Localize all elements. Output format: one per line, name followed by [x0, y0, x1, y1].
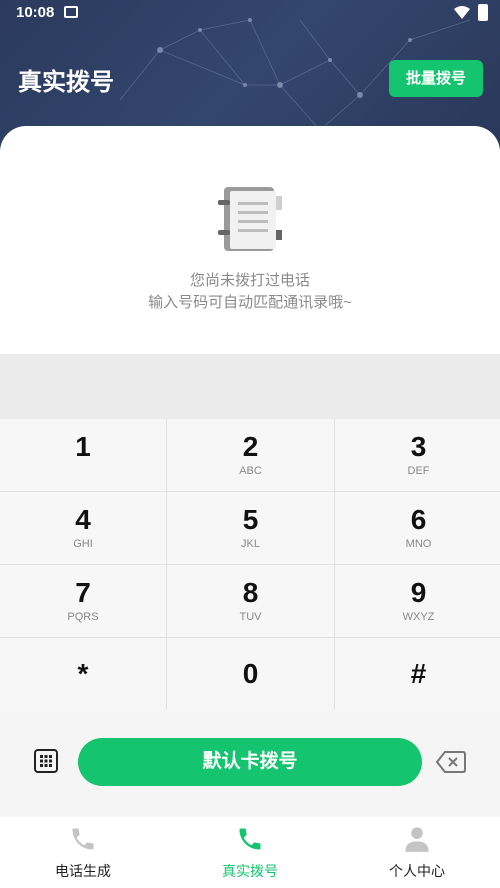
call-bar: 默认卡拨号	[0, 709, 500, 817]
key-star[interactable]: *	[0, 638, 166, 710]
key-hash[interactable]: #	[335, 638, 500, 710]
key-digit: 2	[242, 431, 259, 462]
tab-label: 电话生成	[55, 863, 111, 879]
key-0[interactable]: 0	[167, 638, 334, 710]
page-title: 真实拨号	[18, 69, 114, 96]
key-2[interactable]: 2 ABC	[167, 419, 334, 491]
key-letters: TUV	[239, 611, 262, 623]
key-digit: *	[77, 658, 89, 689]
empty-state-title: 您尚未拨打过电话	[189, 272, 310, 289]
tab-label: 真实拨号	[222, 863, 278, 879]
key-4[interactable]: 4 GHI	[0, 492, 166, 564]
phone-icon	[72, 828, 94, 850]
person-icon	[405, 827, 429, 852]
keypad-toggle-icon[interactable]	[34, 749, 58, 773]
key-letters: GHI	[73, 538, 93, 550]
call-history-card: 您尚未拨打过电话 输入号码可自动匹配通讯录哦~	[0, 126, 500, 354]
key-3[interactable]: 3 DEF	[335, 419, 500, 491]
key-letters: MNO	[405, 538, 432, 550]
number-display[interactable]	[0, 354, 500, 419]
key-letters: ABC	[239, 465, 262, 477]
notebook-icon	[218, 187, 282, 251]
key-8[interactable]: 8 TUV	[167, 565, 334, 637]
key-digit: 0	[242, 658, 259, 689]
key-digit: 3	[410, 431, 427, 462]
key-digit: #	[410, 658, 427, 689]
tab-personal-center[interactable]: 个人中心	[334, 817, 500, 888]
key-digit: 7	[75, 577, 91, 608]
key-letters: JKL	[241, 538, 260, 550]
status-bar: 10:08	[0, 0, 500, 28]
key-digit: 5	[242, 504, 259, 535]
key-9[interactable]: 9 WXYZ	[335, 565, 500, 637]
key-7[interactable]: 7 PQRS	[0, 565, 166, 637]
default-sim-call-button[interactable]: 默认卡拨号	[78, 738, 422, 786]
wifi-icon	[454, 6, 470, 19]
key-letters: PQRS	[67, 611, 99, 623]
phone-icon	[239, 828, 261, 850]
tab-real-dial[interactable]: 真实拨号	[167, 817, 333, 888]
battery-icon	[478, 4, 488, 21]
key-digit: 8	[242, 577, 259, 608]
key-6[interactable]: 6 MNO	[335, 492, 500, 564]
key-digit: 4	[75, 504, 91, 535]
key-digit: 9	[410, 577, 427, 608]
dial-keypad: 1 2 ABC 3 DEF 4 GHI 5 JKL 6 MNO 7 PQRS 8 TUV 9 W…	[0, 419, 500, 710]
key-letters: WXYZ	[402, 611, 435, 623]
tab-label: 个人中心	[389, 863, 445, 879]
key-digit: 1	[75, 431, 91, 462]
key-1[interactable]: 1	[0, 419, 166, 491]
key-5[interactable]: 5 JKL	[167, 492, 334, 564]
key-digit: 6	[410, 504, 427, 535]
bottom-tab-bar: 电话生成 真实拨号 个人中心	[0, 817, 500, 888]
tab-phone-generate[interactable]: 电话生成	[0, 817, 166, 888]
image-notification-icon	[64, 6, 78, 18]
key-letters: DEF	[407, 465, 430, 477]
empty-state-subtitle: 输入号码可自动匹配通讯录哦~	[148, 294, 352, 311]
batch-dial-button[interactable]: 批量拨号	[389, 60, 483, 97]
status-time: 10:08	[16, 4, 55, 21]
backspace-icon[interactable]	[436, 751, 466, 773]
